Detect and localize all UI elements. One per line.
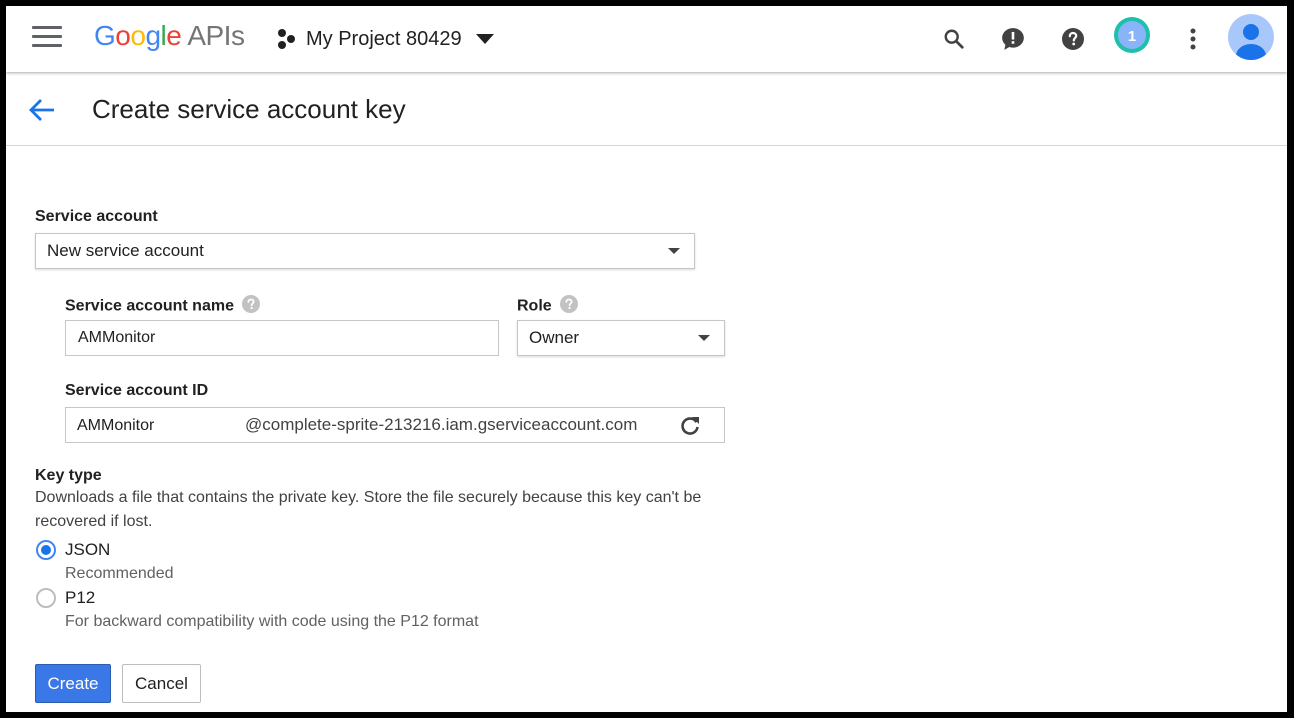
window: Google APIs My Project 80429 1 Create se… xyxy=(6,6,1287,712)
service-account-name-input[interactable] xyxy=(65,320,499,356)
menu-icon[interactable] xyxy=(32,26,62,52)
chevron-down-icon xyxy=(698,335,710,341)
role-label-text: Role xyxy=(517,297,552,315)
project-name: My Project 80429 xyxy=(306,27,462,50)
refresh-icon[interactable] xyxy=(678,414,702,438)
more-vert-icon[interactable] xyxy=(1176,22,1210,56)
p12-radio[interactable] xyxy=(36,588,56,608)
role-select[interactable]: Owner xyxy=(517,320,725,356)
service-account-id-field[interactable]: AMMonitor @complete-sprite-213216.iam.gs… xyxy=(65,407,725,443)
help-icon[interactable] xyxy=(1056,22,1090,56)
service-account-select[interactable]: New service account xyxy=(35,233,695,269)
json-radio[interactable] xyxy=(36,540,56,560)
caret-down-icon xyxy=(475,34,494,44)
service-account-id-domain: @complete-sprite-213216.iam.gserviceacco… xyxy=(245,415,638,434)
help-circle-icon[interactable] xyxy=(241,295,260,318)
service-account-name-label-text: Service account name xyxy=(65,297,234,315)
project-dots-icon xyxy=(278,29,295,49)
role-value: Owner xyxy=(529,328,580,347)
notification-count: 1 xyxy=(1118,21,1146,49)
project-selector[interactable]: My Project 80429 xyxy=(276,24,494,54)
role-label: Role xyxy=(517,295,578,318)
google-apis-logo[interactable]: Google APIs xyxy=(94,20,245,52)
p12-label[interactable]: P12 xyxy=(65,588,95,608)
json-label[interactable]: JSON xyxy=(65,540,110,560)
feedback-icon[interactable] xyxy=(996,22,1030,56)
p12-sublabel: For backward compatibility with code usi… xyxy=(65,613,479,630)
cancel-button[interactable]: Cancel xyxy=(122,664,201,703)
account-icon[interactable] xyxy=(1228,14,1274,60)
logo-letter: g xyxy=(145,20,161,51)
logo-apis-text: APIs xyxy=(187,20,245,51)
chevron-down-icon xyxy=(668,248,680,254)
key-type-description: Downloads a file that contains the priva… xyxy=(35,489,702,530)
notification-badge[interactable]: 1 xyxy=(1114,17,1150,53)
create-button[interactable]: Create xyxy=(35,664,111,703)
service-account-label: Service account xyxy=(35,208,158,225)
logo-letter: o xyxy=(115,20,131,51)
logo-letter: G xyxy=(94,20,116,51)
page-title: Create service account key xyxy=(92,94,406,124)
logo-letter: o xyxy=(130,20,146,51)
logo-letter: e xyxy=(166,20,182,51)
help-circle-icon[interactable] xyxy=(559,295,578,318)
key-type-label: Key type xyxy=(35,467,102,484)
service-account-value: New service account xyxy=(47,241,204,260)
service-account-id-value[interactable]: AMMonitor xyxy=(77,417,154,435)
service-account-name-label: Service account name xyxy=(65,295,260,318)
back-arrow-icon[interactable] xyxy=(28,98,56,122)
top-app-bar: Google APIs My Project 80429 1 xyxy=(6,6,1287,72)
search-icon[interactable] xyxy=(937,22,971,56)
page-header: Create service account key xyxy=(6,72,1287,146)
service-account-id-label: Service account ID xyxy=(65,382,209,399)
json-sublabel: Recommended xyxy=(65,565,174,582)
